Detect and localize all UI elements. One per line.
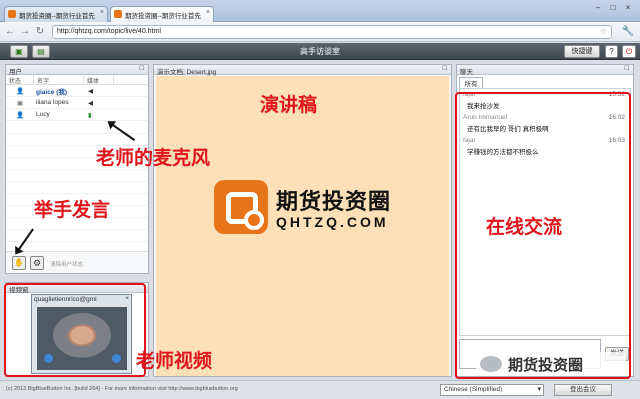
close-tab-icon[interactable]: × [100, 9, 104, 16]
close-tab-icon[interactable]: × [206, 9, 210, 16]
address-toolbar: ← → ↻ http://qhtzq.com/topic/live/40.htm… [0, 22, 640, 42]
exit-icon[interactable]: ⏻ [622, 45, 636, 58]
logo-english-text: QHTZQ.COM [276, 214, 389, 230]
presentation-panel-header: 演示文档: Desert.jpg □ [154, 65, 451, 76]
speaker-icon[interactable]: ◀ [84, 99, 114, 107]
language-value: Chinese (Simplified) [444, 386, 503, 393]
user-name: giaice (我) [36, 88, 68, 96]
help-button[interactable]: ? [605, 45, 618, 58]
users-panel-footer: ✋ ⚙ 清除用户状态 [6, 251, 148, 273]
app-toolbar: ▣ ▤ 高手访谈室 快捷键 ? ⏻ [0, 43, 640, 60]
chat-panel-header: 聊天 □ [457, 65, 633, 76]
site-favicon-icon [114, 10, 122, 18]
user-name: iliana lopes [36, 99, 69, 106]
forward-icon[interactable]: → [19, 26, 31, 38]
url-text: http://qhtzq.com/topic/live/40.html [57, 28, 161, 35]
panel-title: 聊天 [460, 69, 473, 76]
empty-rows [6, 122, 148, 251]
reload-icon[interactable]: ↻ [34, 26, 46, 38]
shortcut-keys-button[interactable]: 快捷键 [564, 45, 600, 58]
watermark-text: 期货投资圈 [508, 357, 584, 374]
room-title: 高手访谈室 [300, 47, 340, 56]
minimize-window-icon[interactable]: – [592, 3, 604, 13]
url-field[interactable]: http://qhtzq.com/topic/live/40.html ☆ [52, 25, 612, 39]
table-row[interactable]: ▣ iliana lopes ◀ [6, 97, 148, 109]
chevron-down-icon: ▾ [537, 386, 541, 393]
user-icon: 👤 [15, 111, 25, 119]
gear-icon[interactable]: ⚙ [30, 256, 44, 270]
column-header[interactable]: 状态 [6, 75, 34, 85]
teacher-video-annotation: 老师视频 [136, 350, 213, 372]
language-select[interactable]: Chinese (Simplified) ▾ [440, 384, 544, 396]
column-header[interactable]: 名字 [34, 75, 84, 85]
browser-tab-1[interactable]: 期货投资圈--期货行业首先 × [4, 6, 108, 22]
wechat-watermark: 期货投资圈 [476, 352, 626, 376]
wrench-menu-icon[interactable]: 🔧 [622, 26, 634, 37]
bookmark-star-icon[interactable]: ☆ [600, 27, 607, 36]
site-favicon-icon [8, 10, 16, 18]
browser-tab-bar: 期货投资圈--期货行业首先 × 期货投资圈--期货行业首先 × – □ × [0, 0, 640, 22]
users-panel-header: 用户 □ [6, 65, 148, 76]
users-table-header: 状态 名字 媒体 [6, 75, 148, 85]
back-icon[interactable]: ← [4, 26, 16, 38]
user-name: Lucy [36, 111, 50, 118]
presentation-title: 演示文档: Desert.jpg [157, 69, 217, 76]
logo-chinese-text: 期货投资圈 [276, 189, 392, 214]
tab-title: 期货投资圈--期货行业首先 [19, 13, 95, 20]
tab-title: 期货投资圈--期货行业首先 [125, 13, 201, 20]
teacher-mic-annotation: 老师的麦克风 [96, 147, 211, 169]
speaker-icon[interactable]: ◀ [84, 87, 114, 95]
minimize-panel-icon[interactable]: □ [140, 65, 144, 72]
tab-all[interactable]: 所有 [459, 77, 483, 88]
panel-title: 用户 [9, 69, 22, 76]
user-icon: 👤 [15, 87, 25, 95]
raise-hand-button[interactable]: ✋ [12, 256, 26, 270]
copyright-text: (c) 2013 BigBlueButton Inc. [build 264] … [6, 386, 238, 392]
status-bar: (c) 2013 BigBlueButton Inc. [build 264] … [0, 380, 640, 399]
online-chat-annotation: 在线交流 [486, 216, 563, 238]
presenter-icon: ▣ [16, 99, 24, 107]
slides-annotation: 演讲稿 [260, 94, 318, 116]
logout-button[interactable]: 登出会议 [554, 384, 612, 396]
wechat-icon [480, 356, 502, 372]
slide-canvas[interactable]: 期货投资圈 QHTZQ.COM [156, 76, 449, 376]
table-row[interactable]: 👤 giaice (我) ◀ [6, 85, 148, 97]
maximize-window-icon[interactable]: □ [607, 3, 619, 13]
clear-status-label[interactable]: 清除用户状态 [50, 260, 83, 268]
qhtzq-logo-icon [214, 180, 268, 234]
raise-hand-annotation: 举手发言 [34, 199, 111, 221]
minimize-panel-icon[interactable]: □ [443, 65, 447, 72]
close-window-icon[interactable]: × [622, 3, 634, 13]
browser-tab-2[interactable]: 期货投资圈--期货行业首先 × [110, 6, 214, 22]
minimize-panel-icon[interactable]: □ [625, 65, 629, 72]
video-highlight-box [4, 283, 146, 377]
table-row[interactable]: 👤 Lucy ▮ [6, 109, 148, 121]
column-header[interactable]: 媒体 [84, 75, 114, 85]
